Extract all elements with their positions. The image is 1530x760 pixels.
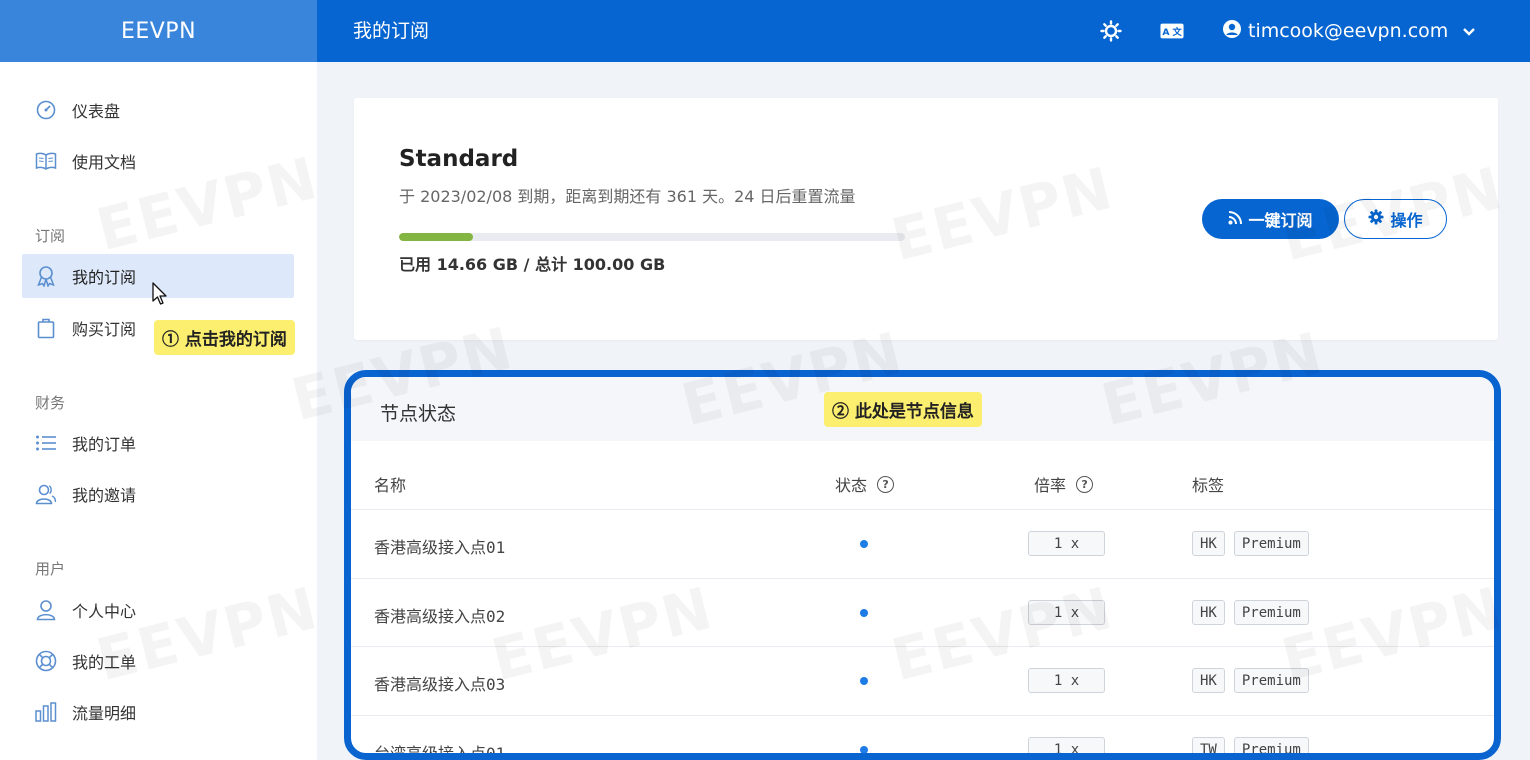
- action-button[interactable]: 操作: [1344, 199, 1447, 239]
- table-row[interactable]: 香港高级接入点01 1 x HK Premium: [351, 509, 1494, 578]
- node-status-card: 节点状态 名称 状态? 倍率? 标签 香港高级接入点01 1 x HK Premi…: [344, 370, 1501, 760]
- tag-badge: Premium: [1233, 531, 1309, 556]
- usage-progress-fill: [399, 233, 474, 241]
- help-icon[interactable]: ?: [877, 475, 895, 493]
- list-icon: [35, 432, 57, 454]
- sidebar-item-label: 仪表盘: [72, 102, 121, 121]
- svg-text:A: A: [1162, 27, 1170, 38]
- svg-text:文: 文: [1171, 26, 1182, 38]
- sun-icon[interactable]: [1099, 19, 1123, 43]
- sidebar-item-label: 我的订单: [72, 435, 137, 454]
- sidebar-item-my-orders[interactable]: 我的订单: [22, 421, 294, 465]
- node-name: 香港高级接入点03: [374, 675, 506, 694]
- sidebar-section-user: 用户: [35, 560, 66, 578]
- bag-icon: [35, 317, 57, 339]
- chevron-down-icon: [1462, 20, 1476, 42]
- status-dot: [860, 540, 868, 548]
- tag-badge: HK: [1192, 668, 1225, 693]
- user-menu[interactable]: timcook@eevpn.com: [1222, 0, 1476, 62]
- sidebar-item-label: 个人中心: [72, 602, 137, 621]
- sidebar-item-tickets[interactable]: 我的工单: [22, 639, 294, 683]
- rate-badge: 1 x: [1028, 737, 1105, 753]
- help-icon[interactable]: ?: [1076, 475, 1094, 493]
- usage-text: 已用 14.66 GB / 总计 100.00 GB: [399, 255, 666, 274]
- column-header-name: 名称: [374, 476, 407, 495]
- action-label: 操作: [1390, 211, 1423, 230]
- column-header-tags: 标签: [1192, 476, 1225, 495]
- ribbon-icon: [35, 265, 57, 287]
- sidebar-section-subscription: 订阅: [35, 227, 66, 245]
- tutorial-callout-step1: ① 点击我的订阅: [154, 320, 295, 355]
- rate-badge: 1 x: [1028, 600, 1105, 625]
- user-icon: [35, 599, 57, 621]
- sidebar-item-label: 流量明细: [72, 704, 137, 723]
- table-row[interactable]: 香港高级接入点02 1 x HK Premium: [351, 578, 1494, 647]
- rate-badge: 1 x: [1028, 668, 1105, 693]
- rate-badge: 1 x: [1028, 531, 1105, 556]
- sidebar-item-label: 使用文档: [72, 153, 137, 172]
- page-title: 我的订阅: [353, 20, 430, 42]
- tag-badge: HK: [1192, 531, 1225, 556]
- sidebar-item-label: 购买订阅: [72, 320, 137, 339]
- sidebar-section-finance: 财务: [35, 394, 66, 412]
- sidebar-item-label: 我的订阅: [72, 268, 137, 287]
- column-header-status: 状态?: [835, 472, 895, 496]
- users-icon: [35, 483, 57, 505]
- plan-card: Standard 于 2023/02/08 到期，距离到期还有 361 天。24…: [354, 98, 1498, 340]
- tag-badge: HK: [1192, 600, 1225, 625]
- status-dot: [860, 746, 868, 753]
- top-bar: EEVPN 我的订阅 A文 timcook@eevpn.com: [0, 0, 1530, 62]
- status-dot: [860, 609, 868, 617]
- rss-icon: [1228, 210, 1243, 229]
- tutorial-callout-step2: ② 此处是节点信息: [824, 392, 982, 427]
- tag-badge: Premium: [1233, 600, 1309, 625]
- sidebar-item-my-invites[interactable]: 我的邀请: [22, 472, 294, 516]
- node-name: 台湾高级接入点01: [374, 744, 506, 760]
- user-circle-icon: [1222, 19, 1242, 44]
- bar-chart-icon: [35, 701, 57, 723]
- mouse-cursor-icon: [152, 282, 168, 310]
- plan-name: Standard: [399, 146, 519, 172]
- dashboard-icon: [35, 99, 57, 121]
- sidebar-item-traffic[interactable]: 流量明细: [22, 690, 294, 734]
- sidebar-item-label: 我的工单: [72, 653, 137, 672]
- column-header-rate: 倍率?: [1034, 472, 1094, 496]
- translate-icon[interactable]: A文: [1160, 19, 1184, 43]
- lifebuoy-icon: [35, 650, 57, 672]
- table-row[interactable]: 香港高级接入点03 1 x HK Premium: [351, 646, 1494, 715]
- subscribe-label: 一键订阅: [1248, 211, 1313, 230]
- one-click-subscribe-button[interactable]: 一键订阅: [1202, 199, 1339, 239]
- node-card-title: 节点状态: [380, 403, 457, 425]
- tag-badge: TW: [1192, 737, 1225, 753]
- node-name: 香港高级接入点01: [374, 538, 506, 557]
- status-dot: [860, 677, 868, 685]
- sidebar-item-docs[interactable]: 使用文档: [22, 139, 294, 183]
- sidebar-item-profile[interactable]: 个人中心: [22, 588, 294, 632]
- node-name: 香港高级接入点02: [374, 607, 506, 626]
- gear-icon: [1368, 209, 1384, 229]
- book-icon: [35, 150, 57, 172]
- user-email: timcook@eevpn.com: [1248, 20, 1449, 42]
- brand-logo[interactable]: EEVPN: [0, 0, 317, 62]
- tag-badge: Premium: [1233, 737, 1309, 753]
- plan-expiry-text: 于 2023/02/08 到期，距离到期还有 361 天。24 日后重置流量: [399, 187, 856, 206]
- tag-badge: Premium: [1233, 668, 1309, 693]
- table-row[interactable]: 台湾高级接入点01 1 x TW Premium: [351, 715, 1494, 760]
- sidebar-item-dashboard[interactable]: 仪表盘: [22, 88, 294, 132]
- sidebar-item-label: 我的邀请: [72, 486, 137, 505]
- usage-progress-bar: [399, 233, 905, 241]
